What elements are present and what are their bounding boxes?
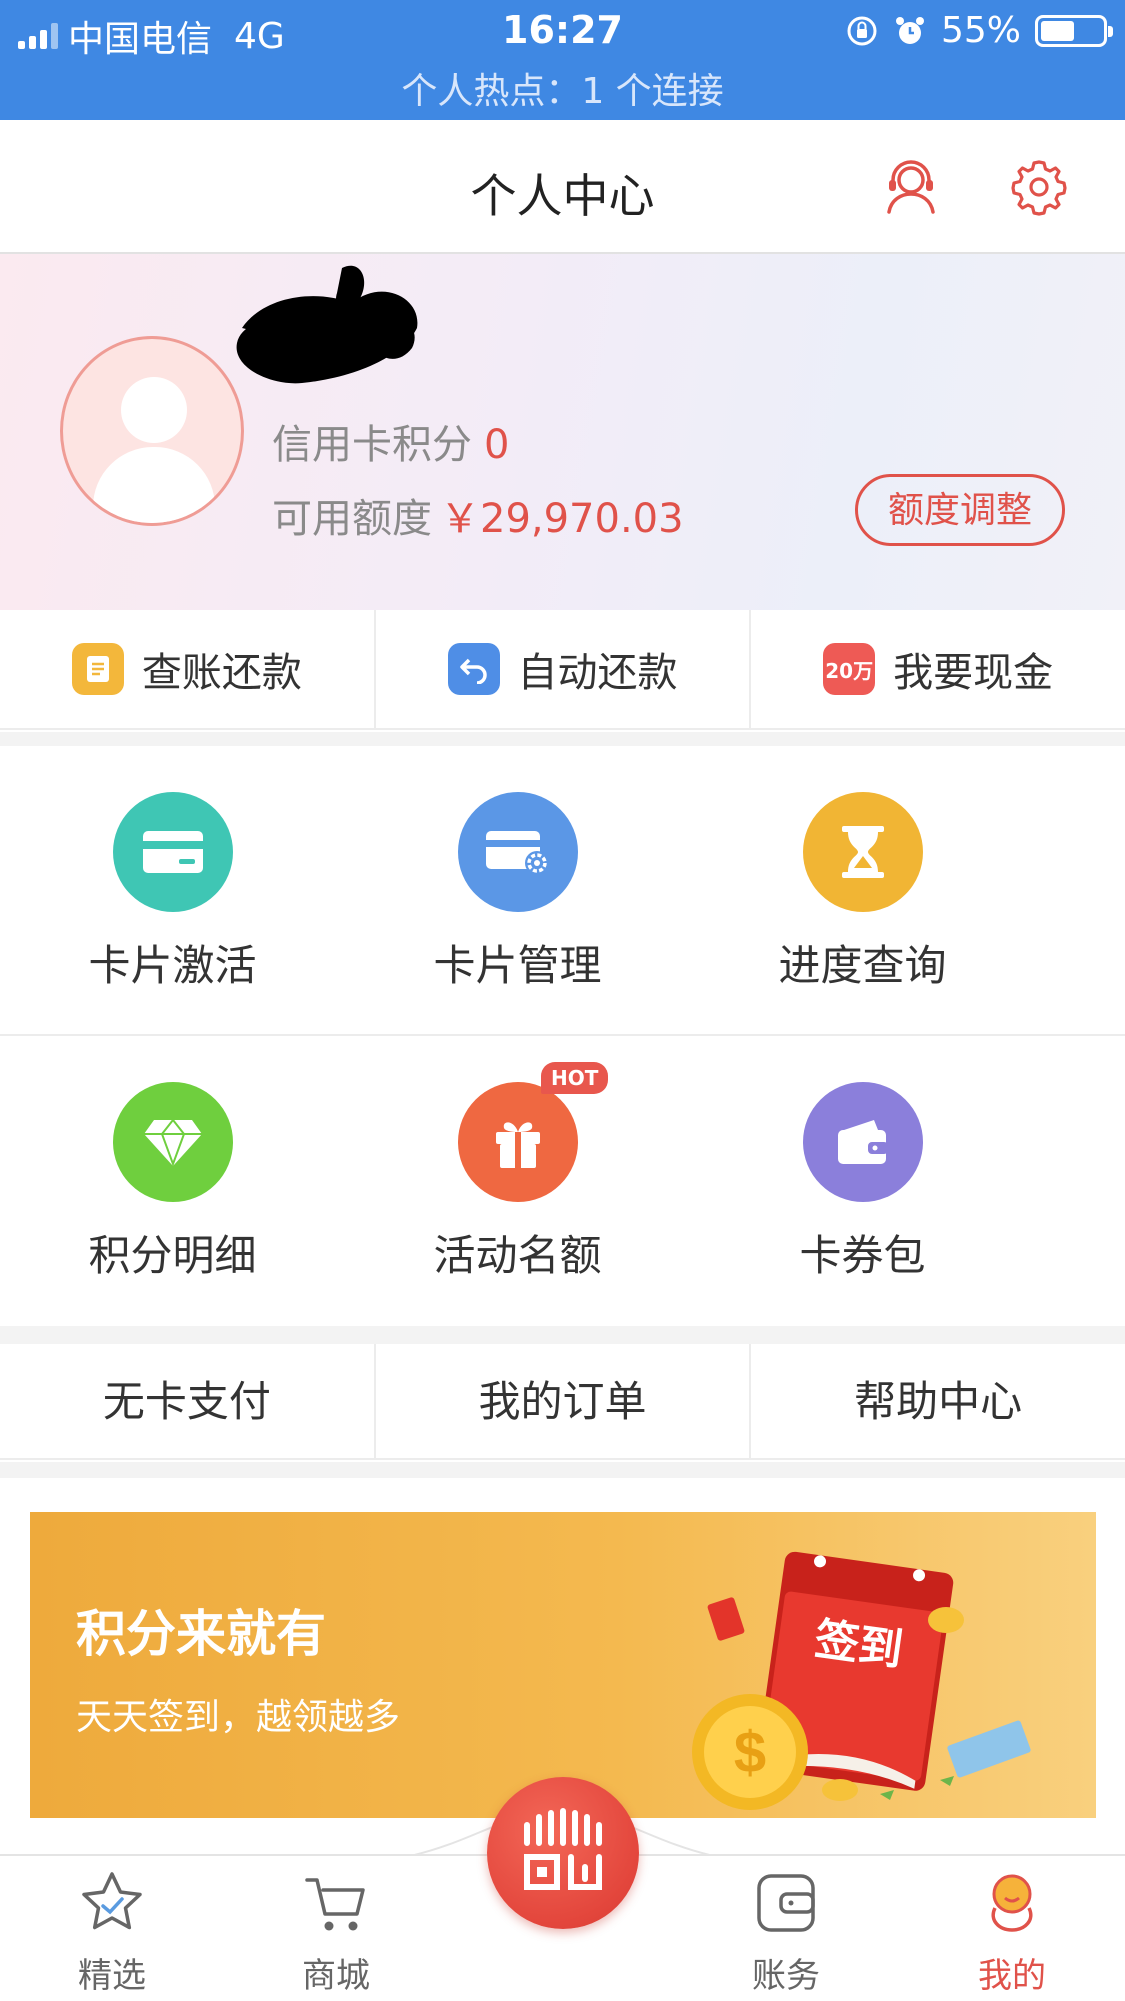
profile-icon (991, 1874, 1033, 1932)
scan-pay-button[interactable] (487, 1777, 639, 1929)
tab-featured[interactable]: 精选 (32, 1868, 192, 1997)
link-row: 无卡支付 我的订单 帮助中心 (0, 1344, 1125, 1460)
limit-label: 可用额度 (272, 496, 432, 542)
banner-headline: 积分来就有 (76, 1605, 326, 1663)
hotspot-banner[interactable]: 个人热点：1 个连接 (0, 62, 1125, 114)
status-bar: 中国电信 4G 16:27 55% 个人热点：1 个连接 (0, 0, 1125, 120)
star-icon (82, 1872, 142, 1930)
points-label: 信用卡积分 (272, 422, 472, 468)
redacted-username (236, 265, 418, 384)
quick-actions: 查账还款 自动还款 20万 我要现金 (0, 610, 1125, 730)
page-title: 个人中心 (470, 169, 655, 223)
rotation-lock-icon (847, 16, 877, 45)
statement-icon (71, 643, 124, 695)
customer-service-icon[interactable] (880, 156, 942, 218)
banner-subline: 天天签到，越领越多 (76, 1697, 401, 1738)
grid-item-progress-query[interactable]: 进度查询 (690, 746, 1035, 1034)
coin-symbol: $ (734, 1720, 766, 1785)
battery-percent: 55% (940, 10, 1021, 51)
wallet-icon (802, 1082, 923, 1202)
grid-item-label: 卡片激活 (88, 941, 257, 990)
profile-card: 信用卡积分 0 可用额度 ￥29,970.03 额度调整 (0, 254, 1125, 610)
link-my-orders[interactable]: 我的订单 (376, 1344, 752, 1458)
quick-action-statement[interactable]: 查账还款 (0, 610, 376, 728)
grid-item-label: 积分明细 (88, 1231, 257, 1280)
grid-item-points-detail[interactable]: 积分明细 (0, 1036, 345, 1326)
service-grid-row: 积分明细 HOT 活动名额 卡券包 (0, 1036, 1125, 1326)
credit-points: 信用卡积分 0 (272, 412, 509, 470)
cash-badge-icon: 20万 (823, 643, 876, 695)
diamond-icon (112, 1082, 233, 1202)
tab-label: 账务 (752, 1956, 820, 1996)
grid-item-coupon-wallet[interactable]: 卡券包 (690, 1036, 1035, 1326)
grid-item-card-management[interactable]: 卡片管理 (345, 746, 690, 1034)
quick-action-autopay[interactable]: 自动还款 (376, 610, 752, 728)
tab-mall[interactable]: 商城 (256, 1868, 416, 1997)
quick-action-label: 查账还款 (141, 650, 302, 696)
grid-item-activity-quota[interactable]: HOT 活动名额 (345, 1036, 690, 1326)
card-settings-icon (457, 792, 578, 912)
gift-icon (457, 1082, 578, 1202)
hourglass-icon (802, 792, 923, 912)
grid-item-label: 卡券包 (799, 1231, 926, 1280)
service-grid-row: 卡片激活 卡片管理 进度查询 (0, 746, 1125, 1036)
section-divider (0, 1462, 1125, 1478)
available-limit: 可用额度 ￥29,970.03 (272, 486, 684, 544)
quick-action-label: 自动还款 (517, 650, 678, 696)
avatar[interactable] (60, 336, 244, 526)
link-cardless-payment[interactable]: 无卡支付 (0, 1344, 376, 1458)
link-help-center[interactable]: 帮助中心 (751, 1344, 1125, 1458)
quick-action-label: 我要现金 (893, 650, 1054, 696)
section-divider (0, 732, 1125, 746)
alarm-icon (895, 16, 924, 44)
grid-item-label: 进度查询 (778, 941, 947, 990)
status-right: 55% (845, 10, 1113, 51)
tab-label: 我的 (978, 1956, 1046, 1996)
adjust-limit-button[interactable]: 额度调整 (855, 474, 1065, 546)
grid-item-label: 活动名额 (433, 1231, 602, 1280)
qr-scan-icon (524, 1808, 602, 1890)
settings-gear-icon[interactable] (1008, 156, 1070, 218)
section-divider (0, 1326, 1125, 1344)
nav-header: 个人中心 (0, 120, 1125, 254)
grid-item-card-activation[interactable]: 卡片激活 (0, 746, 345, 1034)
limit-value: ￥29,970.03 (440, 496, 684, 542)
hot-badge: HOT (541, 1062, 609, 1094)
bill-icon (757, 1874, 815, 1932)
undo-arrow-icon (447, 643, 500, 695)
battery-icon (1035, 14, 1113, 47)
tab-billing[interactable]: 账务 (706, 1868, 866, 1997)
tab-label: 商城 (302, 1956, 370, 1996)
quick-action-cash[interactable]: 20万 我要现金 (751, 610, 1125, 728)
checkin-calendar-illustration: 签到 $ (692, 1551, 1031, 1810)
tab-label: 精选 (78, 1956, 146, 1996)
card-icon (112, 792, 233, 912)
tab-mine[interactable]: 我的 (932, 1868, 1092, 1997)
cart-icon (305, 1878, 365, 1931)
grid-item-label: 卡片管理 (433, 941, 602, 990)
points-value: 0 (484, 422, 510, 468)
checkin-banner[interactable]: 积分来就有 天天签到，越领越多 签到 $ (30, 1512, 1096, 1818)
